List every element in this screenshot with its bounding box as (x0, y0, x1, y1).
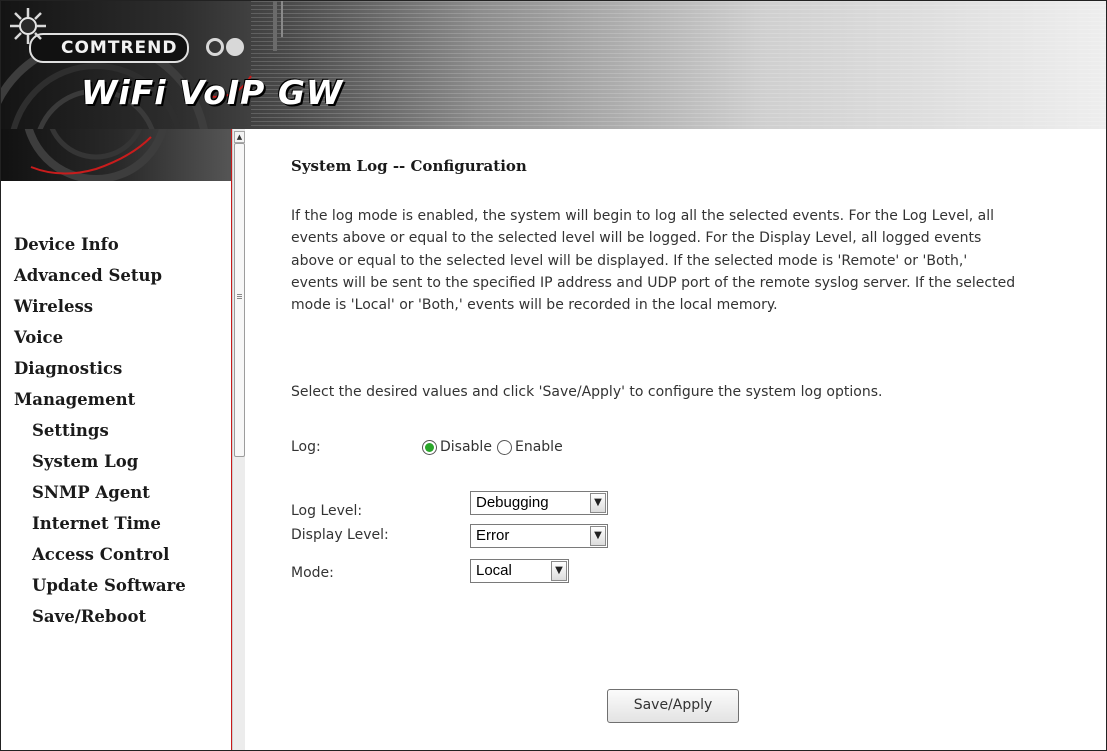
mode-value: Local (476, 562, 512, 579)
sidebar: Device Info Advanced Setup Wireless Voic… (1, 129, 232, 750)
main-content: System Log -- Configuration If the log m… (289, 129, 1089, 750)
display-level-value: Error (476, 527, 510, 544)
display-level-select[interactable]: Error ▼ (470, 524, 608, 548)
browser-frame: COMTREND WiFi VoIP GW Device Info Advanc… (0, 0, 1107, 751)
log-enable-radio[interactable]: Enable (497, 439, 563, 455)
page-title: System Log -- Configuration (291, 157, 527, 175)
sidebar-swirl-art (24, 129, 168, 183)
header-stripes (251, 1, 1106, 129)
sidebar-scrollbar[interactable]: ▲ (232, 129, 245, 750)
chevron-down-icon[interactable]: ▼ (590, 493, 606, 513)
sidebar-art (1, 129, 231, 183)
scrollbar-thumb[interactable] (234, 143, 245, 457)
sidebar-item-system-log[interactable]: System Log (1, 446, 231, 477)
sidebar-item-advanced-setup[interactable]: Advanced Setup (1, 260, 231, 291)
brand-logo: COMTREND (29, 33, 190, 63)
sidebar-item-update-software[interactable]: Update Software (1, 570, 231, 601)
radio-unchecked-icon[interactable] (497, 439, 512, 455)
sidebar-item-save-reboot[interactable]: Save/Reboot (1, 601, 231, 632)
log-enable-label: Enable (515, 439, 563, 455)
brand-name: COMTREND (61, 38, 178, 58)
header-banner: COMTREND WiFi VoIP GW (1, 1, 1106, 129)
scroll-up-arrow-icon[interactable]: ▲ (234, 131, 245, 143)
sidebar-item-access-control[interactable]: Access Control (1, 539, 231, 570)
sidebar-item-snmp-agent[interactable]: SNMP Agent (1, 477, 231, 508)
sidebar-item-voice[interactable]: Voice (1, 322, 231, 353)
mode-select[interactable]: Local ▼ (470, 559, 569, 583)
instruction-text: Select the desired values and click 'Sav… (291, 384, 883, 400)
chevron-down-icon[interactable]: ▼ (590, 526, 606, 546)
sidebar-item-device-info[interactable]: Device Info (1, 229, 231, 260)
description-text: If the log mode is enabled, the system w… (291, 208, 1016, 314)
log-level-label: Log Level: (291, 503, 363, 519)
ring-dot-icon (206, 38, 224, 56)
mode-label: Mode: (291, 565, 334, 581)
chevron-down-icon[interactable]: ▼ (551, 561, 567, 581)
scrollbar-grip-icon (237, 294, 242, 300)
solid-dot-icon (226, 38, 244, 56)
radio-checked-icon[interactable] (422, 439, 437, 455)
sidebar-item-management[interactable]: Management (1, 384, 231, 415)
sidebar-nav: Device Info Advanced Setup Wireless Voic… (1, 229, 231, 632)
log-label: Log: (291, 439, 321, 455)
brand-dots (206, 38, 246, 60)
log-disable-label: Disable (440, 439, 492, 455)
display-level-label: Display Level: (291, 527, 389, 543)
sidebar-item-diagnostics[interactable]: Diagnostics (1, 353, 231, 384)
log-level-select[interactable]: Debugging ▼ (470, 491, 608, 515)
log-disable-radio[interactable]: Disable (422, 439, 492, 455)
save-apply-button[interactable]: Save/Apply (607, 689, 739, 723)
sidebar-item-wireless[interactable]: Wireless (1, 291, 231, 322)
sidebar-item-settings[interactable]: Settings (1, 415, 231, 446)
log-level-value: Debugging (476, 494, 549, 511)
sidebar-item-internet-time[interactable]: Internet Time (1, 508, 231, 539)
sun-logo-icon (10, 8, 46, 44)
product-name: WiFi VoIP GW (81, 73, 344, 112)
